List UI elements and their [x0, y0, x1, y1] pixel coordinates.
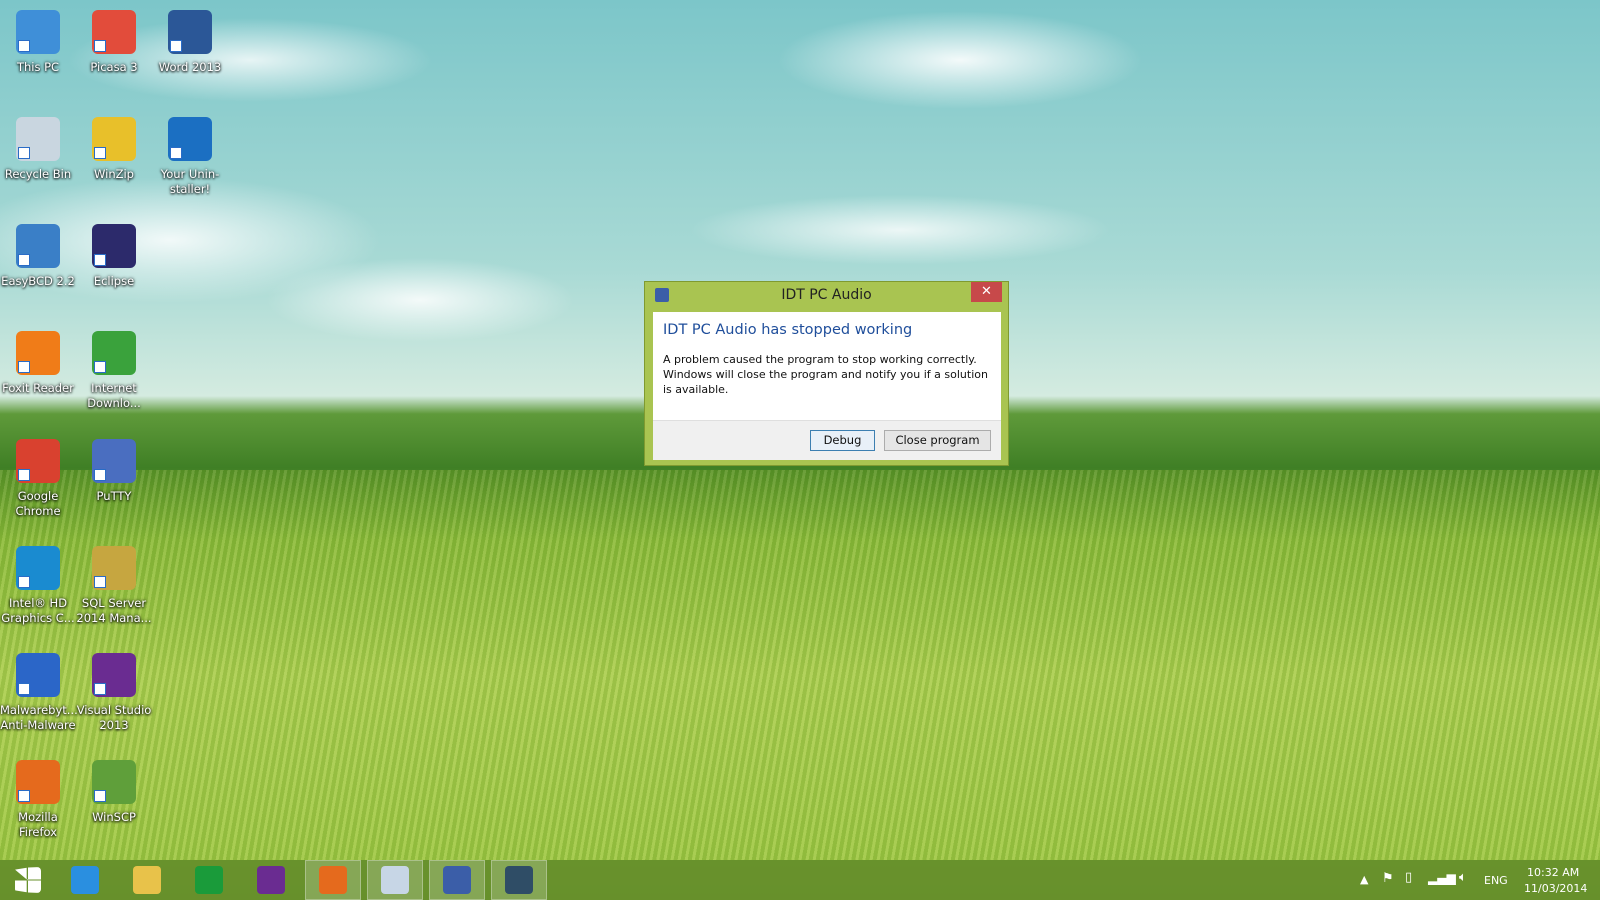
app-icon: [168, 10, 212, 54]
app-icon: [16, 224, 60, 268]
file-explorer-icon: [133, 866, 161, 894]
internet-explorer-icon: [71, 866, 99, 894]
desktop-icon[interactable]: Recycle Bin: [0, 117, 76, 182]
idt-audio-icon: [443, 866, 471, 894]
desktop-icon-label: Word 2013: [158, 60, 222, 74]
desktop-icon[interactable]: Picasa 3: [76, 10, 152, 75]
desktop-icon-label: This PC: [16, 60, 60, 74]
desktop-icon[interactable]: PuTTY: [76, 439, 152, 504]
desktop-icon[interactable]: Internet Downlo...: [76, 331, 152, 411]
app-icon: [16, 10, 60, 54]
desktop-icon[interactable]: Mozilla Firefox: [0, 760, 76, 840]
app-icon: [92, 653, 136, 697]
taskbar-visual-studio-button[interactable]: [243, 860, 299, 900]
taskbar-paint-button[interactable]: [367, 860, 423, 900]
clock-date[interactable]: 11/03/2014: [1524, 882, 1587, 895]
desktop-icon-label: EasyBCD 2.2: [1, 274, 75, 288]
taskbar-idt-audio-button[interactable]: [429, 860, 485, 900]
close-program-button[interactable]: Close program: [884, 430, 991, 451]
dialog-title: IDT PC Audio: [781, 287, 872, 303]
desktop-icon-label: PuTTY: [96, 489, 132, 503]
taskbar-store-button[interactable]: [181, 860, 237, 900]
desktop-icon[interactable]: Foxit Reader: [0, 331, 76, 396]
desktop-icon-label: SQL Server 2014 Mana...: [76, 596, 152, 625]
desktop-icon-label: Internet Downlo...: [87, 381, 141, 410]
desktop-icon-label: Foxit Reader: [2, 381, 74, 395]
taskbar-start-button[interactable]: [0, 860, 56, 900]
visual-studio-icon: [257, 866, 285, 894]
taskbar-firefox-button[interactable]: [305, 860, 361, 900]
show-hidden-icons[interactable]: ▲: [1360, 873, 1368, 886]
app-icon: [655, 288, 669, 302]
volume-icon[interactable]: 🔈︎: [1459, 870, 1467, 885]
app-icon: [92, 117, 136, 161]
taskbar-file-explorer-button[interactable]: [119, 860, 175, 900]
app-icon: [16, 760, 60, 804]
desktop-icon-label: WinSCP: [92, 810, 136, 824]
desktop-icon[interactable]: Malwarebyt... Anti-Malware: [0, 653, 78, 733]
desktop-icon[interactable]: SQL Server 2014 Mana...: [76, 546, 152, 626]
firefox-icon: [319, 866, 347, 894]
network-icon[interactable]: ▂▄▆: [1428, 871, 1456, 885]
desktop-icon-label: Intel® HD Graphics C...: [1, 596, 75, 625]
desktop-icon-label: Malwarebyt... Anti-Malware: [0, 703, 78, 732]
app-icon: [92, 760, 136, 804]
desktop-icon[interactable]: Word 2013: [152, 10, 228, 75]
power-icon[interactable]: ▯: [1405, 870, 1412, 885]
error-dialog: IDT PC Audio ✕ IDT PC Audio has stopped …: [644, 281, 1009, 466]
app-icon: [16, 439, 60, 483]
paint-icon: [381, 866, 409, 894]
desktop-icon-label: Eclipse: [93, 274, 135, 288]
desktop-icon[interactable]: This PC: [0, 10, 76, 75]
desktop-icon-label: Your Unin-staller!: [160, 167, 220, 196]
app-icon: [92, 546, 136, 590]
desktop-icon-label: Picasa 3: [90, 60, 138, 74]
desktop-icon-label: WinZip: [94, 167, 134, 181]
app-icon: [92, 224, 136, 268]
taskbar: ▲ ⚑ ▯ ▂▄▆ 🔈︎ ENG 10:32 AM 11/03/2014: [0, 860, 1600, 900]
start-icon: [15, 867, 41, 893]
app-icon: [16, 653, 60, 697]
store-icon: [195, 866, 223, 894]
desktop-icon[interactable]: Eclipse: [76, 224, 152, 289]
desktop-icon-label: Recycle Bin: [4, 167, 72, 181]
clock-time[interactable]: 10:32 AM: [1527, 866, 1579, 879]
app-icon: [92, 439, 136, 483]
app-icon: [16, 117, 60, 161]
desktop-icon-label: Visual Studio 2013: [76, 703, 152, 732]
app-icon: [92, 331, 136, 375]
wallpaper-field: [0, 470, 1600, 860]
taskbar-music-button[interactable]: [491, 860, 547, 900]
error-message: A problem caused the program to stop wor…: [663, 353, 988, 396]
taskbar-internet-explorer-button[interactable]: [57, 860, 113, 900]
app-icon: [168, 117, 212, 161]
desktop-icon[interactable]: Google Chrome: [0, 439, 76, 519]
error-heading: IDT PC Audio has stopped working: [663, 322, 913, 338]
desktop-icon-label: Google Chrome: [15, 489, 61, 518]
desktop-icon[interactable]: Intel® HD Graphics C...: [0, 546, 76, 626]
debug-button[interactable]: Debug: [810, 430, 875, 451]
close-button[interactable]: ✕: [971, 282, 1002, 302]
language-indicator[interactable]: ENG: [1484, 874, 1508, 887]
action-center-flag-icon[interactable]: ⚑: [1382, 871, 1394, 886]
desktop-icon[interactable]: EasyBCD 2.2: [0, 224, 76, 289]
desktop-icon-label: Mozilla Firefox: [18, 810, 58, 839]
desktop-icon[interactable]: WinZip: [76, 117, 152, 182]
music-icon: [505, 866, 533, 894]
desktop-icon[interactable]: WinSCP: [76, 760, 152, 825]
app-icon: [92, 10, 136, 54]
desktop-icon[interactable]: Visual Studio 2013: [76, 653, 152, 733]
desktop-icon[interactable]: Your Unin-staller!: [152, 117, 228, 197]
app-icon: [16, 331, 60, 375]
app-icon: [16, 546, 60, 590]
